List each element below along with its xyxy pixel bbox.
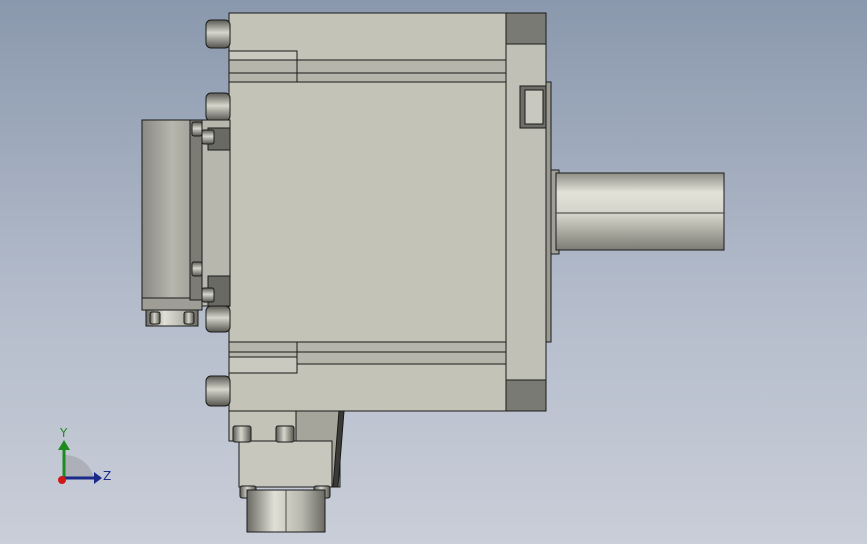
rear-bolt-upper: [205, 92, 231, 122]
front-flange[interactable]: [504, 12, 552, 412]
model-canvas[interactable]: Y Z: [0, 0, 867, 544]
axis-z-label: Z: [103, 469, 111, 483]
encoder-connector[interactable]: [145, 309, 199, 327]
rear-bolt-lower: [205, 305, 231, 333]
coordinate-triad-icon: Y Z: [58, 426, 111, 484]
power-connector-box[interactable]: [228, 410, 345, 499]
motor-body[interactable]: [228, 12, 507, 412]
rear-bolt-bottom: [205, 375, 231, 407]
cad-viewport[interactable]: Y Z: [0, 0, 867, 544]
axis-y-label: Y: [59, 426, 68, 440]
rear-bolt-top: [205, 19, 231, 49]
output-shaft[interactable]: [550, 169, 725, 255]
power-connector-plug[interactable]: [246, 489, 326, 533]
encoder-housing[interactable]: [141, 119, 231, 311]
